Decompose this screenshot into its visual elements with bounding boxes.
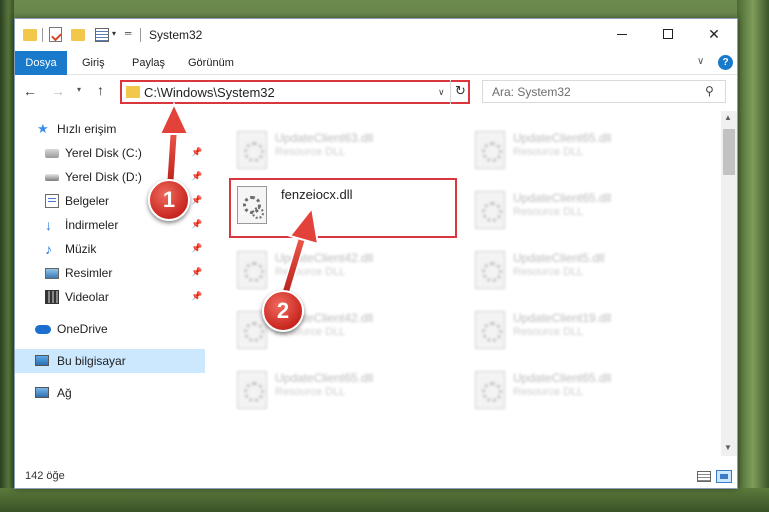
music-icon: ♪ <box>45 241 52 257</box>
tab-home[interactable]: Giriş <box>82 51 105 75</box>
back-arrow-icon[interactable]: ← <box>23 83 37 99</box>
sidebar-item-local-disk-c[interactable]: Yerel Disk (C:) 📌 <box>15 141 205 165</box>
customize-toolbar-icon[interactable]: ═ <box>125 28 131 38</box>
minimize-icon <box>617 33 627 35</box>
download-icon: ↓ <box>45 217 52 233</box>
explorer-window: ▾ ═ System32 ✕ Dosya Giriş Paylaş Görünü… <box>14 18 738 489</box>
sidebar-item-music[interactable]: ♪ Müzik 📌 <box>15 237 205 261</box>
view-options-icon[interactable] <box>95 28 109 42</box>
details-view-icon[interactable] <box>697 471 711 482</box>
dll-file-icon <box>237 131 267 169</box>
file-item[interactable]: UpdateClient63.dll Resource DLL <box>231 125 441 173</box>
file-item[interactable]: UpdateClient65.dll Resource DLL <box>469 365 679 413</box>
forward-arrow-icon[interactable]: → <box>51 83 65 99</box>
dll-file-icon <box>237 371 267 409</box>
step-badge-1: 1 <box>148 179 190 221</box>
title-bar: ▾ ═ System32 ✕ <box>15 19 737 51</box>
file-item[interactable]: UpdateClient65.dll Resource DLL <box>231 365 441 413</box>
address-bar[interactable]: C:\Windows\System32 ∨ ↻ <box>120 80 470 104</box>
item-count: 142 öğe <box>25 470 65 482</box>
sidebar-item-this-pc[interactable]: Bu bilgisayar <box>15 349 205 373</box>
scroll-down-icon[interactable]: ▼ <box>724 443 732 452</box>
folder-icon <box>126 86 140 98</box>
file-item[interactable]: UpdateClient5.dll Resource DLL <box>469 245 679 293</box>
cloud-icon <box>35 325 51 334</box>
scroll-thumb[interactable] <box>723 129 735 175</box>
sidebar-item-quick-access[interactable]: ★ Hızlı erişim <box>15 117 205 141</box>
close-button[interactable]: ✕ <box>691 19 737 49</box>
address-path[interactable]: C:\Windows\System32 <box>144 85 275 100</box>
new-folder-icon[interactable] <box>71 29 85 41</box>
background-forest-right <box>737 0 769 512</box>
scroll-up-icon[interactable]: ▲ <box>724 113 732 122</box>
minimize-button[interactable] <box>599 19 645 49</box>
navigation-pane: ★ Hızlı erişim Yerel Disk (C:) 📌 Yerel D… <box>15 111 205 456</box>
vertical-scrollbar[interactable]: ▲ ▼ <box>721 111 737 456</box>
folder-icon <box>23 29 37 41</box>
dll-file-icon[interactable] <box>237 186 267 224</box>
documents-icon <box>45 194 59 208</box>
dll-file-icon <box>475 191 505 229</box>
tab-view[interactable]: Görünüm <box>188 51 234 75</box>
dll-file-icon <box>475 311 505 349</box>
file-item[interactable]: UpdateClient65.dll Resource DLL <box>469 185 679 233</box>
drive-icon <box>45 174 59 181</box>
dll-file-icon <box>237 251 267 289</box>
pin-icon: 📌 <box>191 171 203 181</box>
tab-file[interactable]: Dosya <box>15 51 67 75</box>
toolbar-separator <box>140 28 141 42</box>
address-dropdown-icon[interactable]: ∨ <box>438 87 445 98</box>
ribbon-tabs: Dosya Giriş Paylaş Görünüm ∨ ? <box>15 51 737 75</box>
pictures-icon <box>45 268 59 279</box>
dll-file-icon <box>475 131 505 169</box>
window-title: System32 <box>149 28 203 42</box>
drive-icon <box>45 149 59 158</box>
dll-file-icon <box>475 371 505 409</box>
background-forest-left <box>0 0 14 512</box>
star-icon: ★ <box>37 121 49 136</box>
large-icons-view-icon[interactable] <box>716 470 732 483</box>
search-box[interactable]: Ara: System32 ⚲ <box>482 80 726 103</box>
sidebar-item-onedrive[interactable]: OneDrive <box>15 317 205 341</box>
search-icon[interactable]: ⚲ <box>705 84 714 98</box>
file-item[interactable]: UpdateClient19.dll Resource DLL <box>469 305 679 353</box>
pin-icon: 📌 <box>191 243 203 253</box>
pin-icon: 📌 <box>191 291 203 301</box>
network-icon <box>35 387 49 398</box>
properties-icon[interactable] <box>49 27 62 42</box>
background-forest-bottom <box>0 488 769 512</box>
step-badge-2: 2 <box>262 290 304 332</box>
recent-locations-icon[interactable]: ▾ <box>77 85 81 94</box>
close-icon: ✕ <box>708 25 720 42</box>
toolbar-separator <box>42 28 43 42</box>
pin-icon: 📌 <box>191 219 203 229</box>
pin-icon: 📌 <box>191 267 203 277</box>
highlighted-file-name[interactable]: fenzeiocx.dll <box>281 187 353 202</box>
status-bar: 142 öğe <box>15 466 737 488</box>
file-item[interactable]: UpdateClient42.dll Resource DLL <box>231 245 441 293</box>
maximize-button[interactable] <box>645 19 691 49</box>
dll-file-icon <box>475 251 505 289</box>
maximize-icon <box>663 29 673 39</box>
pin-icon: 📌 <box>191 147 203 157</box>
up-arrow-icon[interactable]: ↑ <box>97 82 104 98</box>
sidebar-item-videos[interactable]: Videolar 📌 <box>15 285 205 309</box>
search-input[interactable]: Ara: System32 <box>492 85 571 99</box>
refresh-icon[interactable]: ↻ <box>450 80 470 104</box>
expand-ribbon-icon[interactable]: ∨ <box>697 56 704 67</box>
videos-icon <box>45 290 59 304</box>
computer-icon <box>35 355 49 366</box>
view-options-dropdown-icon[interactable]: ▾ <box>112 29 116 38</box>
sidebar-item-network[interactable]: Ağ <box>15 381 205 405</box>
sidebar-item-pictures[interactable]: Resimler 📌 <box>15 261 205 285</box>
navigation-bar: ← → ▾ ↑ C:\Windows\System32 ∨ ↻ Ara: Sys… <box>15 76 737 108</box>
pin-icon: 📌 <box>191 195 203 205</box>
help-icon[interactable]: ? <box>718 55 733 70</box>
file-item[interactable]: UpdateClient65.dll Resource DLL <box>469 125 679 173</box>
file-list: UpdateClient63.dll Resource DLL UpdateCl… <box>207 111 721 456</box>
tab-share[interactable]: Paylaş <box>132 51 165 75</box>
